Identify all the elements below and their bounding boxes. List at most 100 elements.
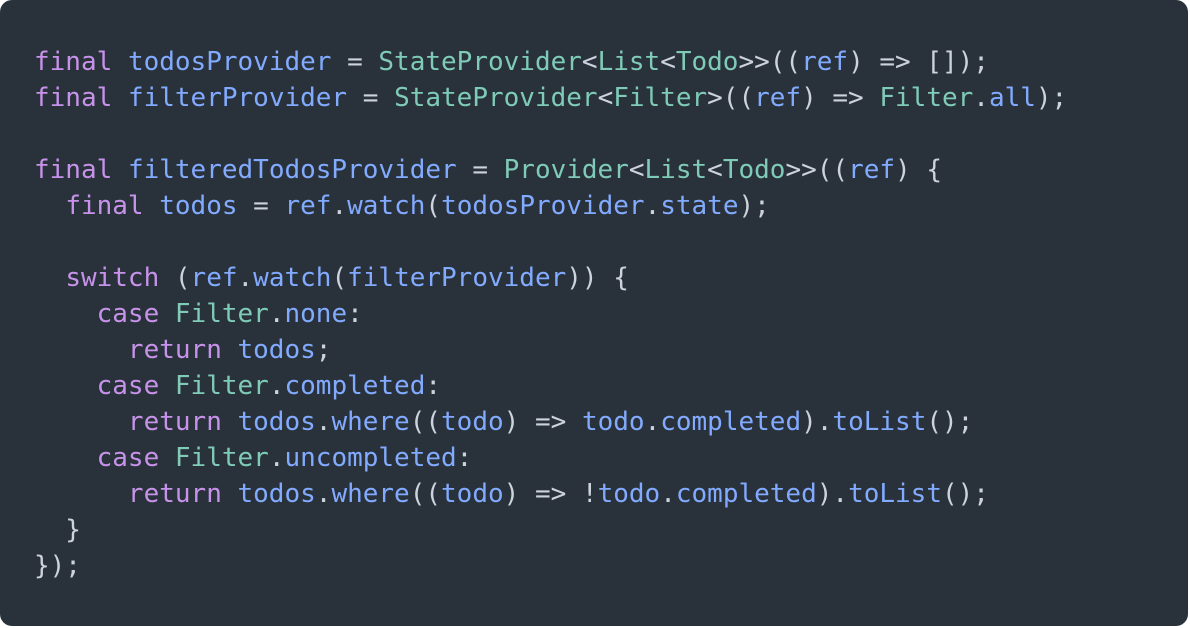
code-token-punct: = <box>456 155 504 185</box>
code-token-ident: ref <box>848 155 896 185</box>
code-token-punct <box>34 371 97 401</box>
code-token-punct: . <box>237 263 254 293</box>
code-token-type: Filter <box>879 83 974 113</box>
code-token-punct <box>159 371 175 401</box>
code-token-ident: completed <box>284 371 426 401</box>
code-token-ident: todos <box>159 191 238 221</box>
code-token-punct: . <box>644 407 661 437</box>
code-token-punct: (( <box>409 407 442 437</box>
code-token-ident: todos <box>237 407 316 437</box>
code-line: final todos = ref.watch(todosProvider.st… <box>34 188 1188 224</box>
code-token-punct <box>144 191 160 221</box>
code-token-punct <box>112 83 128 113</box>
code-token-ident: todos <box>237 335 316 365</box>
code-token-type: List <box>644 155 708 185</box>
code-token-punct: ); <box>738 191 770 221</box>
code-token-punct: (( <box>409 479 442 509</box>
code-token-ident: ref <box>754 83 802 113</box>
code-lines: final todosProvider = StateProvider<List… <box>34 44 1188 584</box>
code-line: case Filter.none: <box>34 296 1188 332</box>
code-token-type: Filter <box>174 443 269 473</box>
code-token-punct <box>112 47 128 77</box>
code-token-punct: >>(( <box>785 155 849 185</box>
code-token-ident: completed <box>675 479 817 509</box>
code-token-ident: where <box>331 407 410 437</box>
code-token-type: StateProvider <box>394 83 598 113</box>
code-line: case Filter.completed: <box>34 368 1188 404</box>
code-token-ident: todosProvider <box>127 47 332 77</box>
code-token-type: Provider <box>503 155 629 185</box>
code-token-punct: . <box>331 191 348 221</box>
code-line: }); <box>34 548 1188 584</box>
code-token-punct: ) => <box>503 407 582 437</box>
code-token-ident: toList <box>832 407 927 437</box>
code-token-punct: ). <box>801 407 833 437</box>
code-token-ident: uncompleted <box>284 443 457 473</box>
code-token-type: Filter <box>174 299 269 329</box>
code-token-punct: . <box>660 479 676 509</box>
code-token-punct: < <box>707 155 723 185</box>
code-token-punct: . <box>268 299 285 329</box>
code-token-keyword: return <box>127 407 222 437</box>
code-token-punct: = <box>331 47 379 77</box>
code-token-type: Filter <box>174 371 269 401</box>
code-token-punct: (); <box>941 479 989 509</box>
code-token-punct: : <box>456 443 473 473</box>
code-token-ident: todosProvider <box>441 191 645 221</box>
code-token-punct <box>34 263 65 293</box>
code-token-punct: = <box>347 83 395 113</box>
code-token-keyword: switch <box>65 263 160 293</box>
code-token-ident: todos <box>237 479 316 509</box>
code-token-type: Todo <box>675 47 739 77</box>
code-block: final todosProvider = StateProvider<List… <box>0 0 1188 626</box>
code-token-punct: (); <box>926 407 974 437</box>
code-line: return todos; <box>34 332 1188 368</box>
code-token-punct <box>222 335 238 365</box>
code-token-ident: ref <box>284 191 332 221</box>
code-token-ident: filterProvider <box>127 83 348 113</box>
code-token-punct: ) => <box>801 83 880 113</box>
code-token-punct: . <box>268 443 285 473</box>
code-token-punct <box>112 155 128 185</box>
code-token-punct: ) => ! <box>503 479 598 509</box>
code-token-ident: state <box>660 191 739 221</box>
code-token-type: StateProvider <box>378 47 582 77</box>
code-token-type: Filter <box>613 83 708 113</box>
code-token-punct <box>34 191 65 221</box>
code-token-punct: . <box>268 371 285 401</box>
code-token-punct <box>222 479 238 509</box>
code-token-punct: . <box>644 191 661 221</box>
code-token-keyword: final <box>65 191 144 221</box>
code-line: switch (ref.watch(filterProvider)) { <box>34 260 1188 296</box>
code-line: return todos.where((todo) => todo.comple… <box>34 404 1188 440</box>
code-token-punct: >(( <box>707 83 755 113</box>
code-token-punct <box>222 407 238 437</box>
code-token-punct: } <box>34 515 81 545</box>
code-token-ident: ref <box>190 263 238 293</box>
code-token-punct <box>34 479 128 509</box>
code-token-punct: : <box>425 371 442 401</box>
code-token-keyword: case <box>96 443 160 473</box>
code-token-punct: )) { <box>566 263 629 293</box>
code-line: case Filter.uncompleted: <box>34 440 1188 476</box>
code-token-keyword: return <box>127 335 222 365</box>
code-token-punct <box>34 407 128 437</box>
code-token-punct: . <box>315 479 332 509</box>
code-line: return todos.where((todo) => !todo.compl… <box>34 476 1188 512</box>
code-token-punct <box>159 299 175 329</box>
code-token-punct <box>34 443 97 473</box>
code-token-punct: }); <box>34 551 81 581</box>
code-token-ident: none <box>284 299 348 329</box>
code-line: final filterProvider = StateProvider<Fil… <box>34 80 1188 116</box>
code-token-ident: watch <box>253 263 332 293</box>
code-token-keyword: case <box>96 299 160 329</box>
code-token-keyword: final <box>34 47 113 77</box>
code-token-ident: ref <box>801 47 849 77</box>
code-token-ident: todo <box>581 407 645 437</box>
code-token-keyword: case <box>96 371 160 401</box>
code-token-punct: < <box>581 47 598 77</box>
code-token-ident: completed <box>660 407 802 437</box>
code-token-punct: ; <box>315 335 332 365</box>
